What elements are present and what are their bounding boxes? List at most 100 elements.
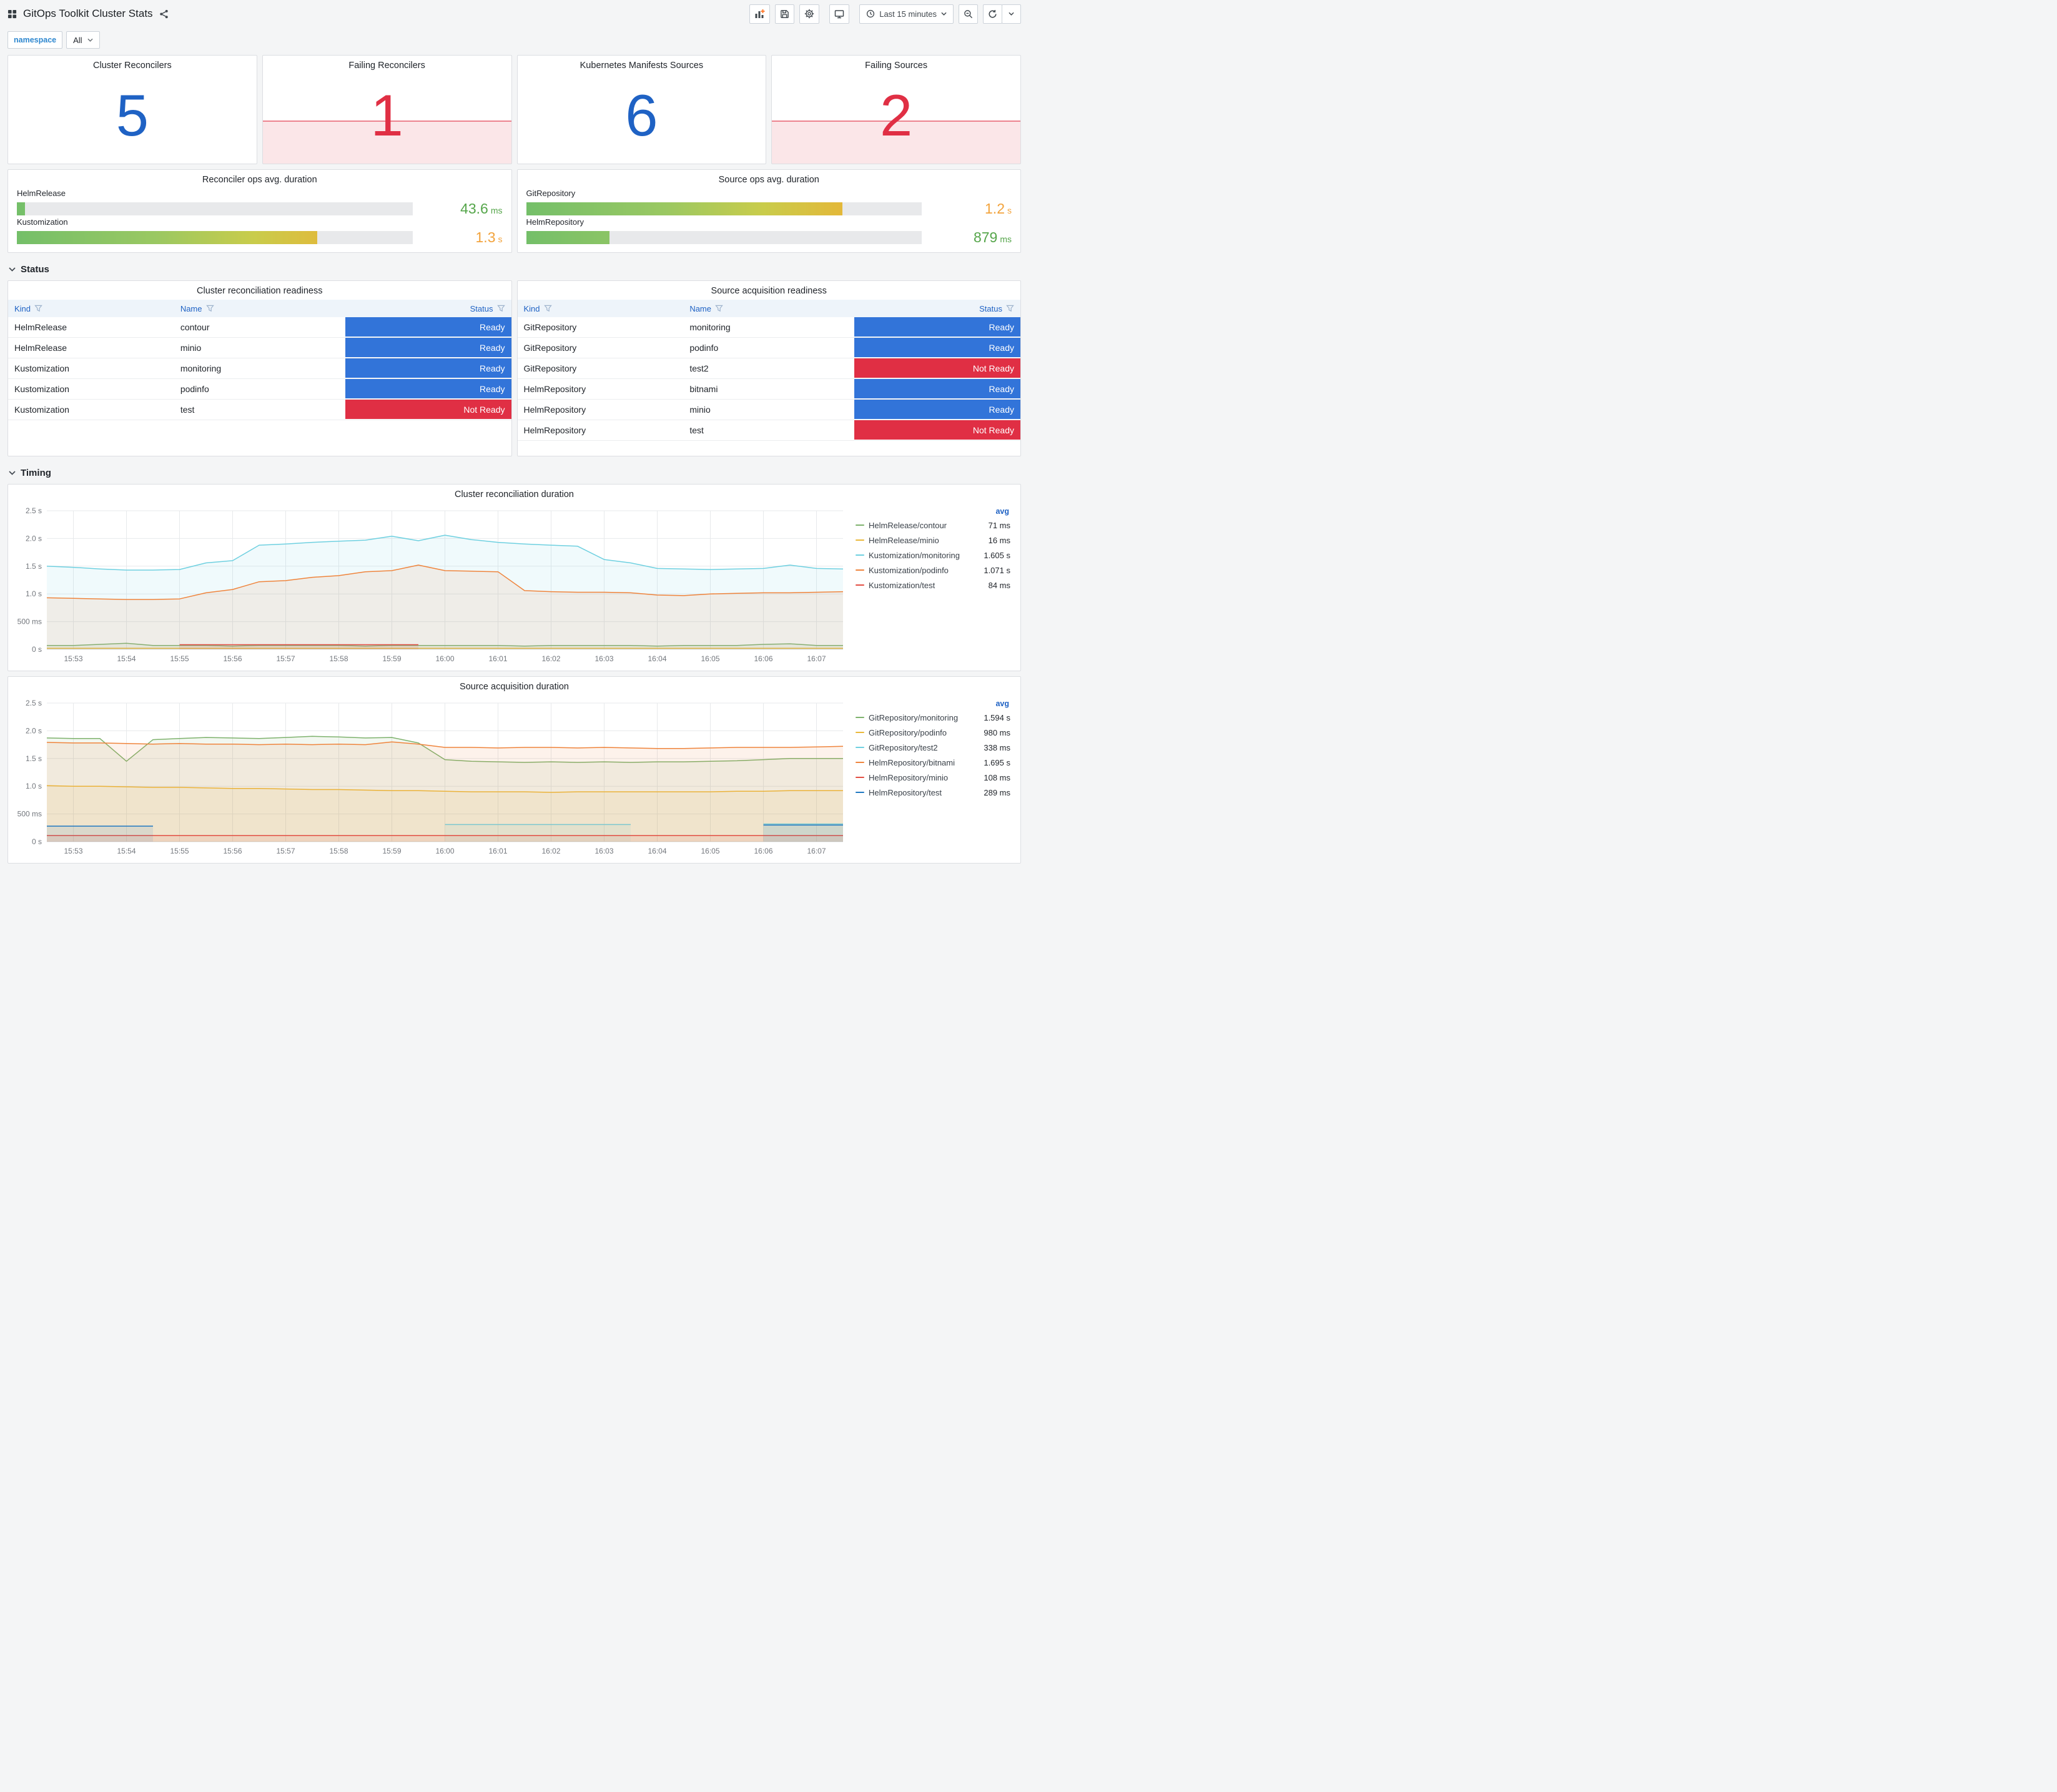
table-row: Kustomization monitoring Ready bbox=[8, 358, 511, 379]
legend-item[interactable]: Kustomization/test 84 ms bbox=[856, 578, 1010, 593]
tv-mode-button[interactable] bbox=[829, 4, 850, 24]
refresh-button[interactable] bbox=[983, 4, 1002, 24]
cell-kind: GitRepository bbox=[523, 322, 577, 332]
svg-text:15:53: 15:53 bbox=[64, 654, 82, 663]
gauge-label: Kustomization bbox=[17, 217, 68, 227]
variable-namespace-label[interactable]: namespace bbox=[7, 31, 63, 49]
svg-text:1.5 s: 1.5 s bbox=[26, 754, 42, 763]
gauge-track bbox=[526, 231, 922, 244]
legend-item[interactable]: GitRepository/test2 338 ms bbox=[856, 740, 1010, 755]
zoom-out-button[interactable] bbox=[959, 4, 978, 24]
filter-icon bbox=[543, 305, 552, 312]
gauge-label: GitRepository bbox=[526, 189, 576, 198]
cell-name: test bbox=[689, 425, 704, 435]
monitor-icon bbox=[834, 9, 844, 19]
column-header-kind[interactable]: Kind bbox=[518, 300, 684, 317]
timeseries-plot[interactable]: 0 s 500 ms 1.0 s 1.5 s 2.0 s 2.5 s 15:53 15:54 1… bbox=[11, 503, 852, 666]
series-avg-value: 1.594 s bbox=[984, 712, 1010, 722]
svg-text:0 s: 0 s bbox=[32, 645, 42, 654]
table-row: GitRepository podinfo Ready bbox=[517, 338, 1020, 358]
status-badge: Not Ready bbox=[345, 400, 511, 420]
chart-plot-area[interactable]: 0 s 500 ms 1.0 s 1.5 s 2.0 s 2.5 s 15:53 15:54 1… bbox=[11, 503, 852, 666]
filter-icon bbox=[1006, 305, 1014, 312]
column-header-name[interactable]: Name bbox=[683, 300, 854, 317]
legend-item[interactable]: HelmRepository/test 289 ms bbox=[856, 785, 1010, 800]
apps-grid-icon[interactable] bbox=[7, 9, 17, 19]
column-header-status[interactable]: Status bbox=[345, 300, 511, 317]
cell-kind: GitRepository bbox=[523, 343, 577, 353]
bargauge-panel-reconciler-ops: Reconciler ops avg. duration HelmRelease… bbox=[7, 169, 512, 253]
svg-text:16:04: 16:04 bbox=[648, 654, 666, 663]
chart-legend: avg HelmRelease/contour 71 ms HelmRelease/m… bbox=[852, 503, 1015, 666]
series-name: Kustomization/monitoring bbox=[869, 550, 960, 560]
chevron-down-icon bbox=[1009, 12, 1014, 16]
chevron-down-icon bbox=[941, 12, 947, 16]
legend-item[interactable]: Kustomization/monitoring 1.605 s bbox=[856, 548, 1010, 563]
panel-title: Source acquisition readiness bbox=[711, 286, 827, 296]
legend-item[interactable]: HelmRepository/minio 108 ms bbox=[856, 770, 1010, 785]
svg-text:1.5 s: 1.5 s bbox=[26, 562, 42, 571]
series-name: HelmRepository/minio bbox=[869, 772, 949, 782]
svg-text:15:53: 15:53 bbox=[64, 847, 82, 855]
svg-text:15:55: 15:55 bbox=[170, 847, 189, 855]
share-icon[interactable] bbox=[159, 9, 169, 19]
save-dashboard-button[interactable] bbox=[775, 4, 795, 24]
time-range-label: Last 15 minutes bbox=[879, 9, 937, 19]
legend-avg-header[interactable]: avg bbox=[856, 699, 1010, 708]
legend-item[interactable]: HelmRepository/bitnami 1.695 s bbox=[856, 755, 1010, 770]
time-range-picker[interactable]: Last 15 minutes bbox=[859, 4, 954, 24]
series-avg-value: 1.605 s bbox=[984, 550, 1010, 560]
svg-text:16:01: 16:01 bbox=[488, 654, 507, 663]
svg-text:15:59: 15:59 bbox=[382, 847, 401, 855]
legend-item[interactable]: GitRepository/monitoring 1.594 s bbox=[856, 710, 1010, 725]
svg-text:16:04: 16:04 bbox=[648, 847, 666, 855]
svg-text:16:01: 16:01 bbox=[488, 847, 507, 855]
column-header-status[interactable]: Status bbox=[854, 300, 1020, 317]
dashboard-settings-button[interactable] bbox=[799, 4, 820, 24]
table-row: Kustomization podinfo Ready bbox=[8, 379, 511, 400]
chart-plot-area[interactable]: 0 s 500 ms 1.0 s 1.5 s 2.0 s 2.5 s 15:53 15:54 1… bbox=[11, 696, 852, 858]
svg-text:1.0 s: 1.0 s bbox=[26, 589, 42, 598]
status-badge: Ready bbox=[854, 338, 1020, 358]
series-avg-value: 84 ms bbox=[988, 580, 1010, 590]
svg-text:15:56: 15:56 bbox=[223, 847, 242, 855]
table-row: Kustomization test Not Ready bbox=[8, 400, 511, 420]
refresh-interval-dropdown[interactable] bbox=[1002, 4, 1021, 24]
legend-item[interactable]: GitRepository/podinfo 980 ms bbox=[856, 725, 1010, 740]
svg-text:16:05: 16:05 bbox=[701, 847, 719, 855]
table-row: HelmRepository minio Ready bbox=[517, 400, 1020, 420]
legend-item[interactable]: HelmRelease/contour 71 ms bbox=[856, 518, 1010, 533]
series-color-mark bbox=[856, 539, 864, 541]
svg-text:16:02: 16:02 bbox=[541, 847, 560, 855]
column-header-kind[interactable]: Kind bbox=[8, 300, 174, 317]
legend-item[interactable]: Kustomization/podinfo 1.071 s bbox=[856, 563, 1010, 578]
dashboard-header: GitOps Toolkit Cluster Stats Last 15 min… bbox=[0, 0, 1028, 27]
gauge-value: 1.3 s bbox=[475, 229, 503, 245]
gauge-fill bbox=[17, 202, 25, 215]
tables-row: Cluster reconciliation readiness Kind Na… bbox=[7, 280, 1021, 456]
row-toggle-timing[interactable]: Timing bbox=[0, 461, 1028, 484]
series-avg-value: 71 ms bbox=[988, 520, 1010, 530]
variable-namespace-value[interactable]: All bbox=[66, 31, 100, 49]
gauge-track bbox=[17, 231, 413, 244]
column-header-name[interactable]: Name bbox=[174, 300, 345, 317]
status-badge: Ready bbox=[345, 358, 511, 378]
add-panel-button[interactable] bbox=[749, 4, 771, 24]
gauge-value: 879 ms bbox=[973, 229, 1012, 245]
save-icon bbox=[780, 9, 789, 19]
cell-name: test bbox=[180, 405, 195, 415]
svg-text:15:57: 15:57 bbox=[276, 847, 295, 855]
legend-item[interactable]: HelmRelease/minio 16 ms bbox=[856, 533, 1010, 548]
series-name: HelmRelease/minio bbox=[869, 535, 939, 545]
legend-avg-header[interactable]: avg bbox=[856, 507, 1010, 516]
svg-text:1.0 s: 1.0 s bbox=[26, 782, 42, 790]
svg-text:15:59: 15:59 bbox=[382, 654, 401, 663]
table-panel-source-readiness: Source acquisition readiness Kind Name S… bbox=[516, 280, 1021, 456]
table-panel-cluster-readiness: Cluster reconciliation readiness Kind Na… bbox=[7, 280, 512, 456]
svg-text:15:58: 15:58 bbox=[329, 847, 348, 855]
gauge-fill bbox=[526, 202, 843, 215]
timeseries-plot[interactable]: 0 s 500 ms 1.0 s 1.5 s 2.0 s 2.5 s 15:53 15:54 1… bbox=[11, 696, 852, 858]
status-badge: Ready bbox=[854, 379, 1020, 399]
row-toggle-status[interactable]: Status bbox=[0, 258, 1028, 280]
svg-text:16:06: 16:06 bbox=[754, 654, 772, 663]
